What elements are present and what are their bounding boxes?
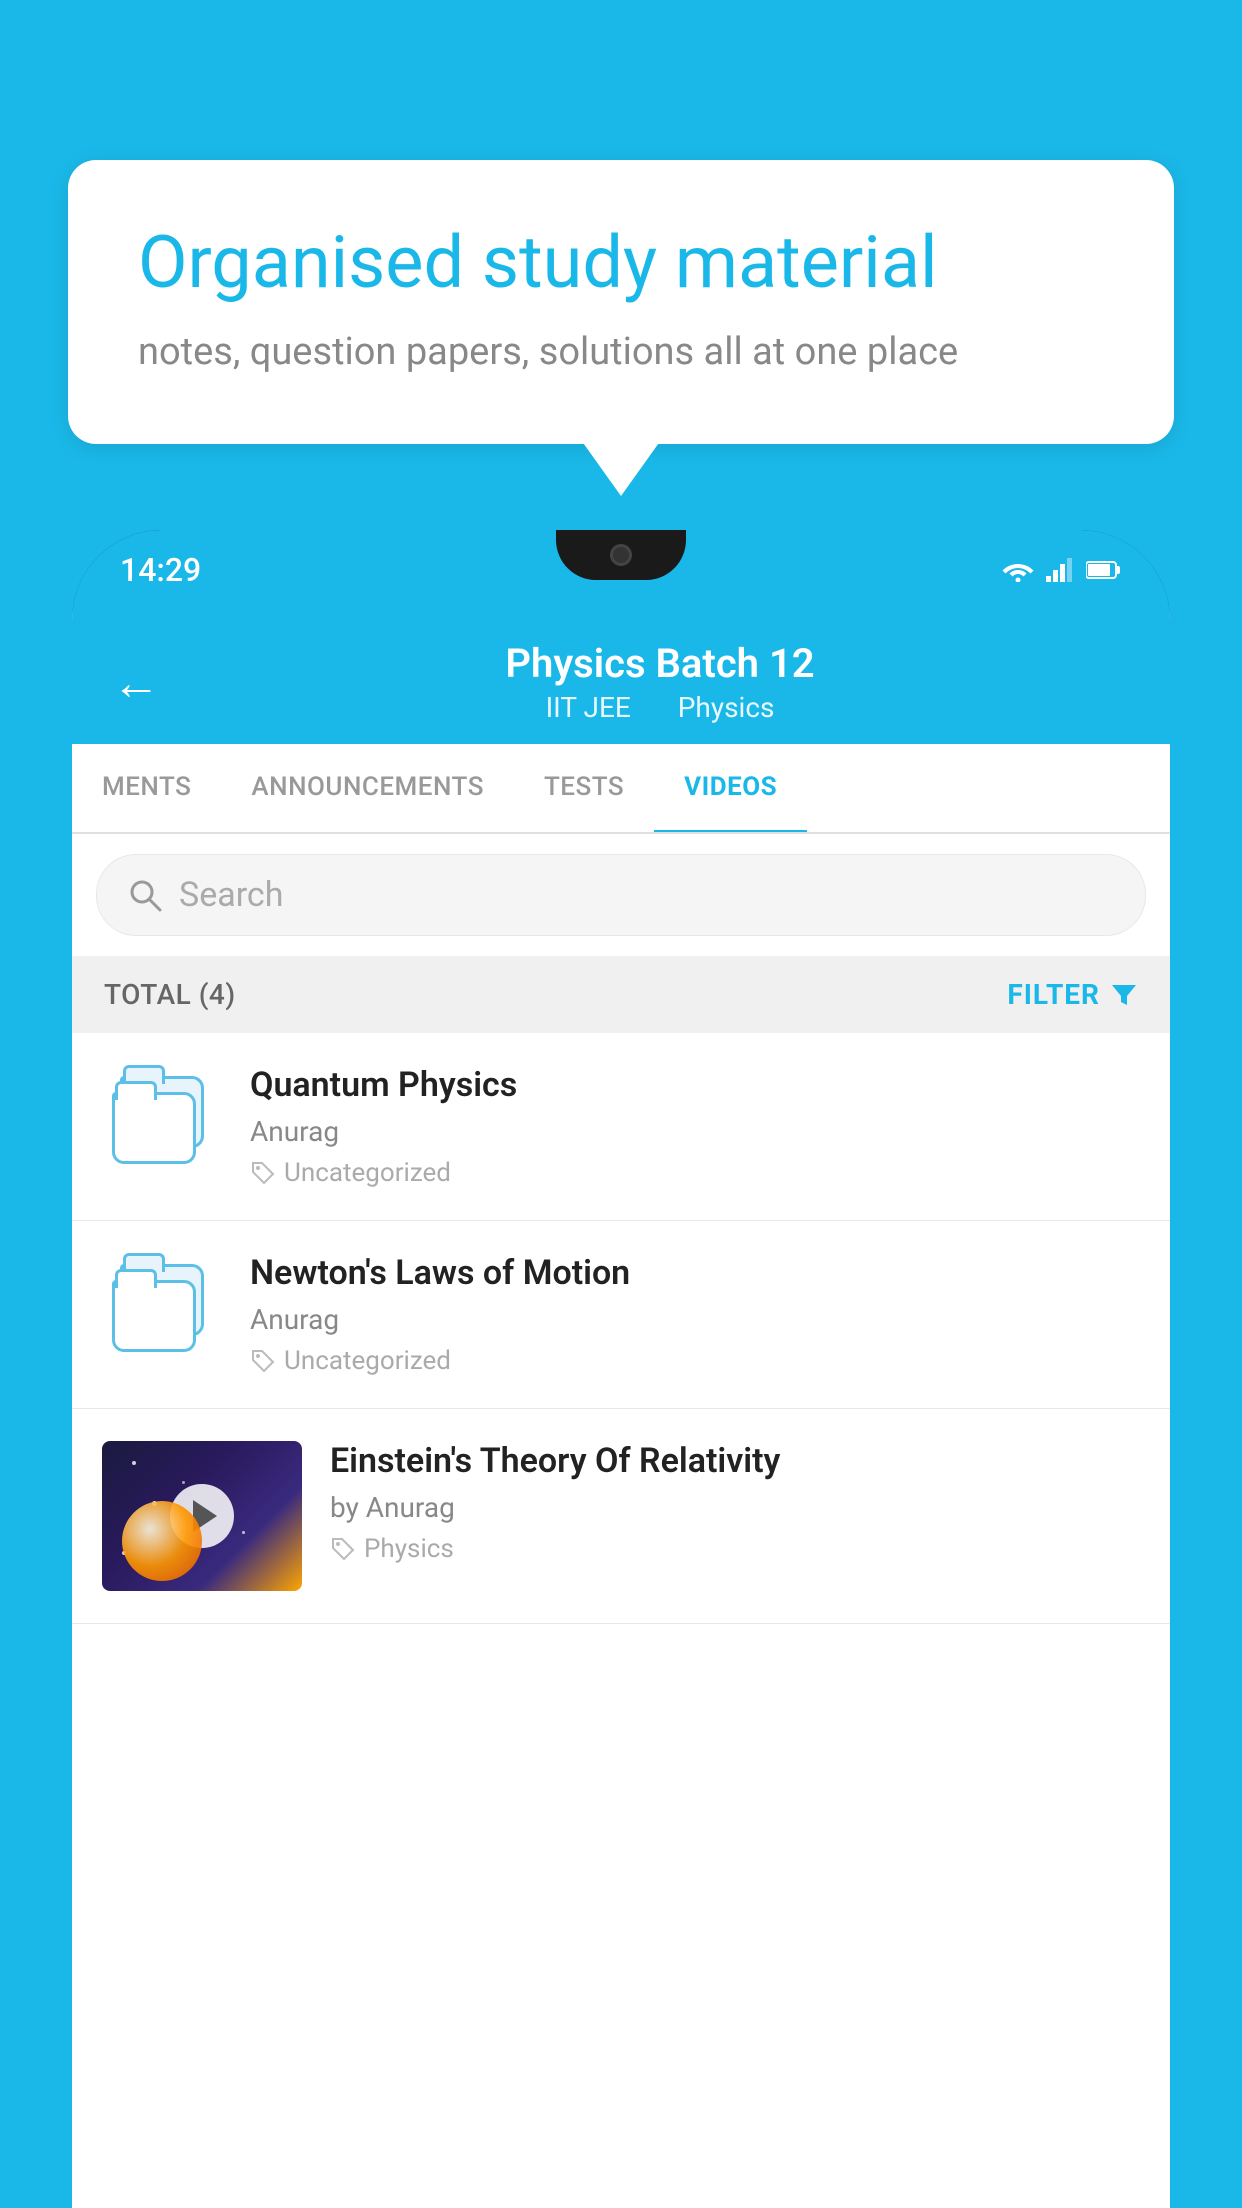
tag-icon-2	[250, 1348, 276, 1374]
folder-icon-newton	[112, 1264, 212, 1352]
tab-announcements[interactable]: ANNOUNCEMENTS	[221, 744, 514, 832]
total-count: TOTAL (4)	[104, 978, 236, 1011]
back-button[interactable]: ←	[112, 654, 160, 711]
filter-funnel-icon	[1110, 981, 1138, 1009]
video-list: Quantum Physics Anurag Uncategorized	[72, 1033, 1170, 1624]
video-item-3[interactable]: Einstein's Theory Of Relativity by Anura…	[72, 1409, 1170, 1624]
speech-bubble: Organised study material notes, question…	[68, 160, 1174, 444]
search-icon	[127, 877, 163, 913]
subtitle-iitjee: IIT JEE	[546, 691, 631, 724]
filter-button[interactable]: FILTER	[1007, 978, 1138, 1011]
video-thumb-2	[102, 1253, 222, 1363]
tab-videos[interactable]: VIDEOS	[654, 744, 807, 834]
video-thumbnail-einstein	[102, 1441, 302, 1591]
bubble-subtitle: notes, question papers, solutions all at…	[138, 330, 1104, 374]
video-tag-2: Uncategorized	[250, 1346, 1140, 1376]
phone-screen: ← Physics Batch 12 IIT JEE Physics MENTS…	[72, 610, 1170, 2208]
video-info-3: Einstein's Theory Of Relativity by Anura…	[330, 1441, 1140, 1564]
folder-front-2	[112, 1280, 196, 1352]
video-title-2: Newton's Laws of Motion	[250, 1253, 1140, 1293]
video-thumb-1	[102, 1065, 222, 1175]
tag-icon-3	[330, 1536, 356, 1562]
video-author-1: Anurag	[250, 1115, 1140, 1148]
header-title-group: Physics Batch 12 IIT JEE Physics	[190, 640, 1130, 724]
phone-frame: 14:29	[72, 530, 1170, 2208]
status-time: 14:29	[120, 551, 201, 589]
video-tag-text-3: Physics	[364, 1534, 454, 1564]
filter-label: FILTER	[1007, 978, 1100, 1011]
subtitle-physics: Physics	[678, 691, 775, 724]
tab-tests[interactable]: TESTS	[514, 744, 654, 832]
wifi-icon	[1002, 558, 1034, 582]
tab-ments[interactable]: MENTS	[72, 744, 221, 832]
filter-bar: TOTAL (4) FILTER	[72, 956, 1170, 1033]
video-info-2: Newton's Laws of Motion Anurag Uncategor…	[250, 1253, 1140, 1376]
video-tag-1: Uncategorized	[250, 1158, 1140, 1188]
video-author-3: by Anurag	[330, 1491, 1140, 1524]
bubble-title: Organised study material	[138, 220, 1104, 306]
status-bar: 14:29	[72, 530, 1170, 610]
signal-icon	[1046, 558, 1074, 582]
search-container: Search	[72, 834, 1170, 956]
video-tag-text-2: Uncategorized	[284, 1346, 451, 1376]
tab-bar: MENTS ANNOUNCEMENTS TESTS VIDEOS	[72, 744, 1170, 834]
video-item-2[interactable]: Newton's Laws of Motion Anurag Uncategor…	[72, 1221, 1170, 1409]
video-author-2: Anurag	[250, 1303, 1140, 1336]
batch-title: Physics Batch 12	[190, 640, 1130, 687]
video-info-1: Quantum Physics Anurag Uncategorized	[250, 1065, 1140, 1188]
video-item-1[interactable]: Quantum Physics Anurag Uncategorized	[72, 1033, 1170, 1221]
battery-icon	[1086, 560, 1122, 580]
folder-front	[112, 1092, 196, 1164]
status-icons	[1002, 558, 1122, 582]
batch-subtitle: IIT JEE Physics	[190, 691, 1130, 724]
video-tag-3: Physics	[330, 1534, 1140, 1564]
tag-icon-1	[250, 1160, 276, 1186]
search-placeholder: Search	[179, 875, 283, 915]
video-tag-text-1: Uncategorized	[284, 1158, 451, 1188]
search-bar[interactable]: Search	[96, 854, 1146, 936]
camera-icon	[610, 544, 632, 566]
app-header: ← Physics Batch 12 IIT JEE Physics	[72, 610, 1170, 744]
video-title-1: Quantum Physics	[250, 1065, 1140, 1105]
notch	[556, 530, 686, 580]
folder-icon-quantum	[112, 1076, 212, 1164]
video-title-3: Einstein's Theory Of Relativity	[330, 1441, 1140, 1481]
